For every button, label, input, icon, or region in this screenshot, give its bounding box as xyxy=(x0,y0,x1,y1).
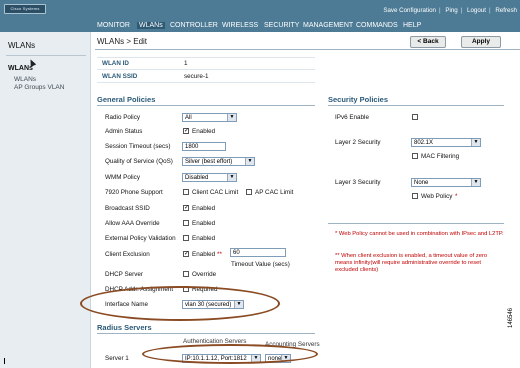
security-policies-title: Security Policies xyxy=(328,95,389,104)
row-divider xyxy=(97,57,315,58)
back-button[interactable]: < Back xyxy=(410,36,446,48)
sidebar-title: WLANs xyxy=(8,41,36,50)
layer2-security-select[interactable]: 802.1X ▼ xyxy=(411,138,481,147)
web-policy-text: Web Policy xyxy=(421,193,453,200)
page-title: WLANs > Edit xyxy=(97,37,148,46)
client-exclusion-text: Enabled xyxy=(192,251,216,258)
wmm-policy-label: WMM Policy xyxy=(105,174,140,181)
radius-servers-title: Radius Servers xyxy=(97,323,152,332)
client-exclusion-checkbox[interactable]: ✓ xyxy=(183,251,189,257)
client-cac-checkbox[interactable] xyxy=(183,189,189,195)
dropdown-arrow-icon: ▼ xyxy=(471,179,480,186)
wlan-ssid-label: WLAN SSID xyxy=(102,73,138,80)
notes-divider xyxy=(328,223,504,224)
save-configuration-link[interactable]: Save Configuration xyxy=(380,7,439,14)
external-policy-label: External Policy Validation xyxy=(105,235,176,242)
ipv6-enable-label: IPv6 Enable xyxy=(335,114,369,121)
broadcast-ssid-label: Broadcast SSID xyxy=(105,205,150,212)
radius-servers-divider xyxy=(97,333,315,334)
dropdown-arrow-icon: ▼ xyxy=(471,139,480,146)
highlight-ellipse xyxy=(80,286,280,321)
logout-link[interactable]: Logout xyxy=(464,7,489,14)
exclusion-timeout-input[interactable]: 60 xyxy=(230,248,286,257)
sidebar-item-wlans[interactable]: WLANs xyxy=(14,76,36,83)
sidebar-item-ap-groups-vlan[interactable]: AP Groups VLAN xyxy=(14,84,64,91)
nav-commands[interactable]: COMMANDS xyxy=(356,22,398,29)
sidebar: WLANs WLANs WLANs AP Groups VLAN xyxy=(0,32,91,368)
layer2-security-label: Layer 2 Security xyxy=(335,139,381,146)
dhcp-override-text: Override xyxy=(192,271,217,278)
ap-cac-checkbox[interactable] xyxy=(246,189,252,195)
web-policy-star: * xyxy=(455,193,458,200)
dhcp-server-label: DHCP Server xyxy=(105,271,144,278)
aaa-override-label: Allow AAA Override xyxy=(105,220,160,227)
margin-mark xyxy=(4,358,5,364)
broadcast-ssid-text: Enabled xyxy=(192,205,216,212)
highlight-ellipse xyxy=(142,344,318,364)
security-policies-divider xyxy=(328,105,504,106)
general-policies-divider xyxy=(97,105,315,106)
nav-security[interactable]: SECURITY xyxy=(264,22,299,29)
ap-cac-text: AP CAC Limit xyxy=(255,189,294,196)
qos-label: Quality of Service (QoS) xyxy=(105,158,173,165)
qos-select[interactable]: Silver (best effort) ▼ xyxy=(182,157,255,166)
wlan-id-label: WLAN ID xyxy=(102,60,129,67)
top-links: Save Configuration | Ping | Logout | Refres… xyxy=(380,7,520,14)
client-exclusion-label: Client Exclusion xyxy=(105,251,150,258)
phone-support-label: 7920 Phone Support xyxy=(105,189,163,196)
server1-label: Server 1 xyxy=(105,355,129,362)
cisco-logo: Cisco Systems xyxy=(4,4,46,14)
wlan-ssid-value: secure-1 xyxy=(184,73,209,80)
mac-filtering-text: MAC Filtering xyxy=(421,153,460,160)
layer3-security-label: Layer 3 Security xyxy=(335,179,381,186)
row-divider xyxy=(97,69,315,70)
session-timeout-input[interactable]: 1800 xyxy=(182,142,226,151)
client-exclusion-stars: ** xyxy=(217,251,222,258)
client-exclusion-note: ** When client exclusion is enabled, a t… xyxy=(335,253,488,273)
wlan-id-value: 1 xyxy=(184,60,188,67)
refresh-link[interactable]: Refresh xyxy=(492,7,520,14)
nav-management[interactable]: MANAGEMENT xyxy=(303,22,353,29)
apply-button[interactable]: Apply xyxy=(461,36,501,48)
radio-policy-label: Radio Policy xyxy=(105,114,140,121)
general-policies-title: General Policies xyxy=(97,95,156,104)
web-policy-checkbox[interactable] xyxy=(412,193,418,199)
aaa-override-text: Enabled xyxy=(192,220,216,227)
nav-controller[interactable]: CONTROLLER xyxy=(170,22,218,29)
external-policy-checkbox[interactable] xyxy=(183,235,189,241)
sidebar-divider xyxy=(6,55,86,56)
ipv6-enable-checkbox[interactable] xyxy=(412,114,418,120)
nav-monitor[interactable]: MONITOR xyxy=(97,22,130,29)
external-policy-text: Enabled xyxy=(192,235,216,242)
mac-filtering-checkbox[interactable] xyxy=(412,153,418,159)
dropdown-arrow-icon: ▼ xyxy=(227,114,236,121)
nav-help[interactable]: HELP xyxy=(403,22,421,29)
figure-number: 146546 xyxy=(508,307,514,328)
nav-wireless[interactable]: WIRELESS xyxy=(222,22,258,29)
wmm-policy-select[interactable]: Disabled ▼ xyxy=(182,173,237,182)
admin-status-text: Enabled xyxy=(192,128,216,135)
timeout-value-label: Timeout Value (secs) xyxy=(231,261,290,268)
nav-wlans[interactable]: WLANs xyxy=(137,22,165,29)
client-cac-text: Client CAC Limit xyxy=(192,189,239,196)
admin-status-checkbox[interactable]: ✓ xyxy=(183,128,189,134)
admin-status-label: Admin Status xyxy=(105,128,143,135)
radio-policy-select[interactable]: All ▼ xyxy=(182,113,237,122)
layer3-security-select[interactable]: None ▼ xyxy=(411,178,481,187)
web-policy-note: * Web Policy cannot be used in combinati… xyxy=(335,231,504,237)
broadcast-ssid-checkbox[interactable]: ✓ xyxy=(183,205,189,211)
header-divider xyxy=(95,49,520,50)
top-banner: Cisco Systems Save Configuration | Ping | … xyxy=(0,0,520,32)
sidebar-section-wlans[interactable]: WLANs xyxy=(8,65,33,72)
session-timeout-label: Session Timeout (secs) xyxy=(105,143,171,150)
ping-link[interactable]: Ping xyxy=(442,7,460,14)
dropdown-arrow-icon: ▼ xyxy=(227,174,236,181)
dhcp-override-checkbox[interactable] xyxy=(183,271,189,277)
row-divider xyxy=(97,82,315,83)
dropdown-arrow-icon: ▼ xyxy=(245,158,254,165)
aaa-override-checkbox[interactable] xyxy=(183,220,189,226)
